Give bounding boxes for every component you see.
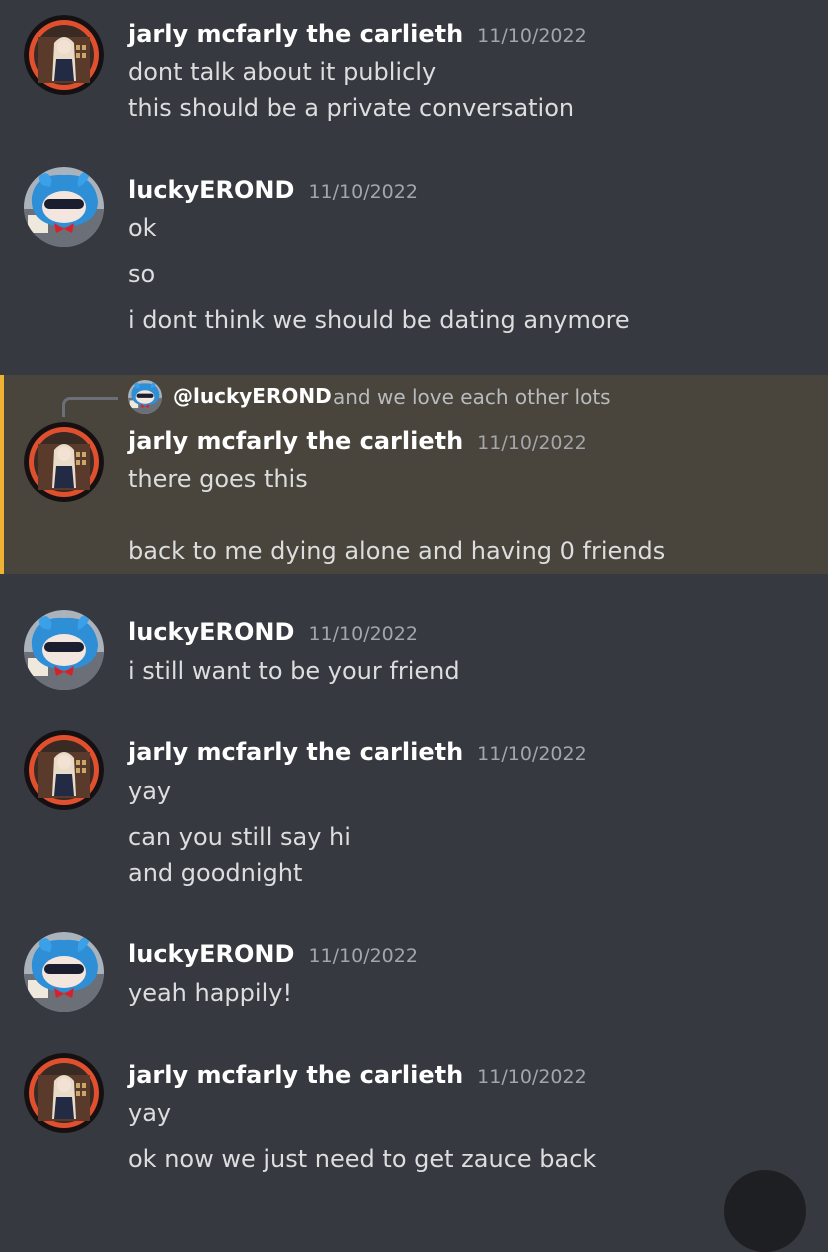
message-text: and goodnight xyxy=(128,859,303,887)
author-name[interactable]: luckyEROND xyxy=(128,176,294,204)
message-text: this should be a private conversation xyxy=(128,94,575,122)
user-avatar[interactable] xyxy=(24,422,104,502)
message-text: dont talk about it publicly xyxy=(128,58,437,86)
reply-avatar[interactable] xyxy=(128,380,162,414)
message-text: ok now we just need to get zauce back xyxy=(128,1145,597,1173)
message-text: i still want to be your friend xyxy=(128,657,460,685)
message-text: back to me dying alone and having 0 frie… xyxy=(128,537,666,565)
author-name[interactable]: luckyEROND xyxy=(128,940,294,968)
message-timestamp: 11/10/2022 xyxy=(308,623,418,645)
user-avatar[interactable] xyxy=(24,730,104,810)
message-timestamp: 11/10/2022 xyxy=(477,25,587,47)
message-text: can you still say hi xyxy=(128,823,351,851)
author-name[interactable]: jarly mcfarly the carlieth xyxy=(128,738,463,766)
user-avatar[interactable] xyxy=(24,167,104,247)
author-name[interactable]: jarly mcfarly the carlieth xyxy=(128,427,463,455)
message-text: i dont think we should be dating anymore xyxy=(128,306,630,334)
message-timestamp: 11/10/2022 xyxy=(477,1066,587,1088)
message-author[interactable]: jarly mcfarly the carlieth 11/10/2022 xyxy=(128,1061,587,1089)
user-avatar[interactable] xyxy=(24,15,104,95)
message-timestamp: 11/10/2022 xyxy=(308,181,418,203)
message-text: ok xyxy=(128,214,157,242)
author-name[interactable]: jarly mcfarly the carlieth xyxy=(128,1061,463,1089)
author-name[interactable]: luckyEROND xyxy=(128,618,294,646)
author-name[interactable]: jarly mcfarly the carlieth xyxy=(128,20,463,48)
reply-mention[interactable]: @luckyEROND xyxy=(173,384,332,408)
message-timestamp: 11/10/2022 xyxy=(308,945,418,967)
message-timestamp: 11/10/2022 xyxy=(477,743,587,765)
message-author[interactable]: jarly mcfarly the carlieth 11/10/2022 xyxy=(128,427,587,455)
earlycell-anime-girl-avatar-icon xyxy=(24,730,104,810)
scroll-to-bottom-button[interactable] xyxy=(724,1170,806,1252)
user-avatar[interactable] xyxy=(24,932,104,1012)
user-avatar[interactable] xyxy=(24,610,104,690)
message-text: there goes this xyxy=(128,465,308,493)
message-author[interactable]: luckyEROND 11/10/2022 xyxy=(128,618,418,646)
message-author[interactable]: luckyEROND 11/10/2022 xyxy=(128,940,418,968)
earlycell-anime-girl-avatar-icon xyxy=(24,15,104,95)
blue-hair-plush-avatar-icon xyxy=(24,610,104,690)
message-text: yay xyxy=(128,777,172,805)
earlycell-anime-girl-avatar-icon xyxy=(24,1053,104,1133)
blue-hair-plush-avatar-icon xyxy=(24,932,104,1012)
message-text: yay xyxy=(128,1099,172,1127)
message-author[interactable]: luckyEROND 11/10/2022 xyxy=(128,176,418,204)
reply-connector xyxy=(62,397,118,417)
message-author[interactable]: jarly mcfarly the carlieth 11/10/2022 xyxy=(128,20,587,48)
message-text: yeah happily! xyxy=(128,979,293,1007)
message-author[interactable]: jarly mcfarly the carlieth 11/10/2022 xyxy=(128,738,587,766)
message-timestamp: 11/10/2022 xyxy=(477,432,587,454)
reply-preview-text[interactable]: and we love each other lots xyxy=(333,385,611,409)
user-avatar[interactable] xyxy=(24,1053,104,1133)
blue-hair-plush-avatar-icon xyxy=(128,380,162,414)
blue-hair-plush-avatar-icon xyxy=(24,167,104,247)
highlight-bar xyxy=(0,375,4,574)
message-text: so xyxy=(128,260,156,288)
earlycell-anime-girl-avatar-icon xyxy=(24,422,104,502)
